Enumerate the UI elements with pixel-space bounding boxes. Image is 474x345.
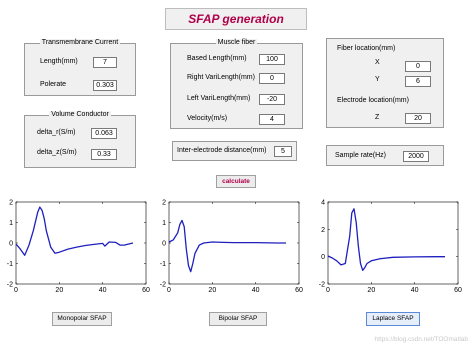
y-tick-label: 0 [321,254,325,261]
calculate-button[interactable]: calculate [216,175,256,188]
y-tick-label: -2 [319,282,325,289]
plot-area [327,201,459,285]
electrode-location-label: Electrode location(mm) [337,97,409,104]
laplace-chart: 0 20 40 60420-2 [319,200,462,295]
sample-rate-input[interactable]: 2000 [403,151,429,162]
delta-z-label: delta_z(S/m) [37,149,77,156]
y-tick-label: -2 [160,282,166,289]
y-tick-label: 1 [162,220,166,227]
muscle-fiber-panel: Muscle fiber Based Length(mm) 100 Right … [170,39,303,129]
x-tick-label: 20 [208,287,216,294]
left-varilength-label: Left VariLength(mm) [187,95,251,102]
based-length-label: Based Length(mm) [187,55,247,62]
x-tick-label: 20 [55,287,63,294]
left-varilength-input[interactable]: -20 [259,94,285,105]
y-tick-label: 4 [321,200,325,207]
monopolar-sfap-button[interactable]: Monopolar SFAP [52,312,112,326]
polerate-label: Polerate [40,81,67,88]
x-tick-label: 60 [454,287,462,294]
y-tick-label: 1 [9,220,13,227]
based-length-input[interactable]: 100 [259,54,285,65]
volume-conductor-title: Volume Conductor [49,111,111,118]
z-label: Z [375,114,380,121]
x-tick-label: 20 [367,287,375,294]
x-tick-label: 0 [326,287,330,294]
y-tick-label: -1 [160,261,166,268]
x-tick-label: 60 [295,287,303,294]
fiber-x-input[interactable]: 0 [405,61,431,72]
sample-rate-box: Sample rate(Hz) 2000 [326,145,444,166]
y-label: Y [375,76,380,83]
laplace-sfap-button[interactable]: Laplace SFAP [366,312,420,326]
x-tick-label: 40 [252,287,260,294]
interelectrode-label: Inter-electrode distance(mm) [177,147,267,154]
x-tick-label: 40 [99,287,107,294]
delta-r-label: delta_r(S/m) [37,129,76,136]
y-tick-label: 2 [162,200,166,207]
polerate-input[interactable]: 0.303 [93,80,117,91]
x-label: X [375,59,380,66]
y-tick-label: 2 [9,200,13,207]
x-tick-label: 0 [167,287,171,294]
interelectrode-box: Inter-electrode distance(mm) 5 [172,141,297,161]
velocity-label: Velocity(m/s) [187,115,228,122]
fiber-location-label: Fiber location(mm) [337,45,396,52]
y-tick-label: -1 [7,261,13,268]
x-tick-label: 0 [14,287,18,294]
interelectrode-input[interactable]: 5 [274,146,292,157]
transmembrane-panel: Transmembrane Current Length(mm) 7 Poler… [24,39,136,96]
velocity-input[interactable]: 4 [259,114,285,125]
location-panel: Fiber location(mm) X 0 Y 6 Electrode loc… [326,38,444,128]
watermark: https://blog.csdn.net/TOOmatlab [374,336,468,343]
plot-area [15,201,147,285]
bipolar-sfap-button[interactable]: Bipolar SFAP [209,312,267,326]
right-varilength-input[interactable]: 0 [259,73,285,84]
length-input[interactable]: 7 [93,57,117,68]
y-tick-label: 0 [9,241,13,248]
y-tick-label: -2 [7,282,13,289]
length-label: Length(mm) [40,58,78,65]
sample-rate-label: Sample rate(Hz) [335,152,386,159]
delta-r-input[interactable]: 0.063 [91,128,117,139]
fiber-y-input[interactable]: 6 [405,76,431,87]
electrode-z-input[interactable]: 20 [405,113,431,124]
muscle-fiber-title: Muscle fiber [215,39,258,46]
y-tick-label: 0 [162,241,166,248]
bipolar-chart: 0 20 40 60 2 1 0 -1 -2 [160,200,303,295]
x-tick-label: 40 [411,287,419,294]
app-title: SFAP generation [165,8,307,30]
right-varilength-label: Right VariLength(mm) [187,74,255,81]
y-tick-label: 2 [321,227,325,234]
volume-conductor-panel: Volume Conductor delta_r(S/m) 0.063 delt… [24,111,136,168]
x-tick-label: 60 [142,287,150,294]
transmembrane-title: Transmembrane Current [39,39,121,46]
delta-z-input[interactable]: 0.33 [91,149,117,160]
monopolar-chart: 0 20 40 60 2 1 0 -1 -2 [7,200,150,295]
